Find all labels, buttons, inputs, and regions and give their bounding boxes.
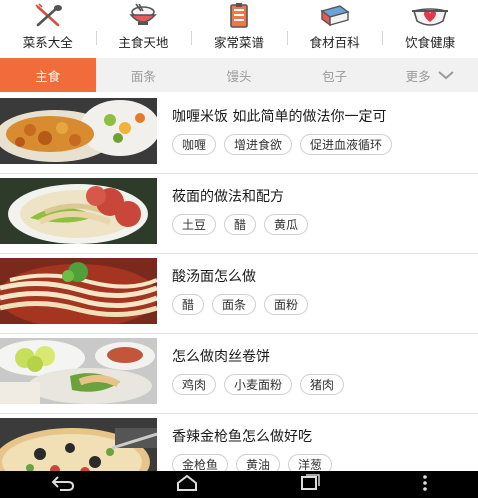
nav-label: 家常菜谱	[213, 35, 264, 50]
curry-rice-photo	[0, 98, 157, 164]
tag-chip[interactable]: 土豆	[172, 214, 217, 235]
tab-label: 包子	[322, 68, 348, 84]
recipe-title: 怎么做肉丝卷饼	[172, 349, 270, 365]
tab-noodles[interactable]: 面条	[96, 58, 192, 92]
tab-more[interactable]: 更多	[382, 58, 478, 92]
recipe-title: 酸汤面怎么做	[172, 269, 256, 285]
fork-spoon-icon	[28, 2, 68, 30]
nav-staples[interactable]: 主食天地	[95, 0, 192, 52]
tab-label: 面条	[130, 68, 156, 84]
rice-bowl-icon	[123, 2, 163, 30]
nav-label: 食材百科	[309, 35, 360, 50]
recipe-tags: 咖喱 增进食欲 促进血液循环	[172, 134, 393, 155]
recipe-title: 咖喱米饭 如此简单的做法你一定可	[172, 109, 387, 125]
tag-chip[interactable]: 醋	[172, 294, 205, 315]
nav-label: 主食天地	[118, 35, 169, 50]
tab-staple[interactable]: 主食	[0, 58, 96, 92]
tag-chip[interactable]: 面粉	[264, 294, 309, 315]
tag-chip[interactable]: 促进血液循环	[300, 134, 393, 155]
tag-chip[interactable]: 醋	[224, 214, 257, 235]
tab-label: 馒头	[226, 68, 252, 84]
tag-chip[interactable]: 黄瓜	[264, 214, 309, 235]
category-nav: 菜系大全 主食天地 家常菜谱 食材百科 饮食健康	[0, 0, 478, 52]
recipe-item[interactable]: 酸汤面怎么做 醋 面条 面粉	[0, 254, 478, 334]
tab-steamed-buns[interactable]: 馒头	[191, 58, 287, 92]
nav-label: 饮食健康	[405, 35, 456, 50]
recipe-tags: 土豆 醋 黄瓜	[172, 214, 309, 235]
tag-chip[interactable]: 增进食欲	[224, 134, 293, 155]
tag-chip[interactable]: 鸡肉	[172, 374, 217, 395]
nav-cuisines[interactable]: 菜系大全	[0, 0, 96, 52]
heart-pot-icon	[410, 2, 450, 30]
tab-stuffed-buns[interactable]: 包子	[287, 58, 383, 92]
nav-health[interactable]: 饮食健康	[382, 0, 478, 52]
category-tabs: 主食 面条 馒头 包子 更多	[0, 58, 478, 92]
nav-label: 菜系大全	[22, 35, 73, 50]
tab-label: 主食	[35, 68, 61, 84]
tab-label: 更多	[405, 68, 431, 84]
sour-soup-noodle-photo	[0, 258, 157, 324]
recents-icon[interactable]	[298, 473, 322, 496]
tag-chip[interactable]: 猪肉	[300, 374, 345, 395]
nav-ingredients[interactable]: 食材百科	[286, 0, 383, 52]
recipe-item[interactable]: 怎么做肉丝卷饼 鸡肉 小麦面粉 猪肉	[0, 334, 478, 414]
back-icon[interactable]	[50, 474, 76, 496]
recipe-item[interactable]: 莜面的做法和配方 土豆 醋 黄瓜	[0, 174, 478, 254]
recipe-tags: 醋 面条 面粉	[172, 294, 309, 315]
recipe-tags: 鸡肉 小麦面粉 猪肉	[172, 374, 345, 395]
home-icon[interactable]	[175, 474, 199, 496]
notebook-icon	[219, 2, 259, 30]
oat-noodle-photo	[0, 178, 157, 244]
recipe-title: 莜面的做法和配方	[172, 189, 284, 205]
shredded-meat-wrap-photo	[0, 338, 157, 404]
recipe-item[interactable]: 咖喱米饭 如此简单的做法你一定可 咖喱 增进食欲 促进血液循环	[0, 94, 478, 174]
overflow-menu-icon[interactable]	[421, 474, 429, 496]
nav-home-cooking[interactable]: 家常菜谱	[191, 0, 287, 52]
system-nav-bar	[0, 471, 478, 498]
book-icon	[315, 2, 355, 30]
tag-chip[interactable]: 面条	[212, 294, 257, 315]
recipe-title: 香辣金枪鱼怎么做好吃	[172, 429, 312, 445]
tag-chip[interactable]: 小麦面粉	[224, 374, 293, 395]
chevron-down-icon	[437, 68, 455, 83]
tag-chip[interactable]: 咖喱	[172, 134, 217, 155]
